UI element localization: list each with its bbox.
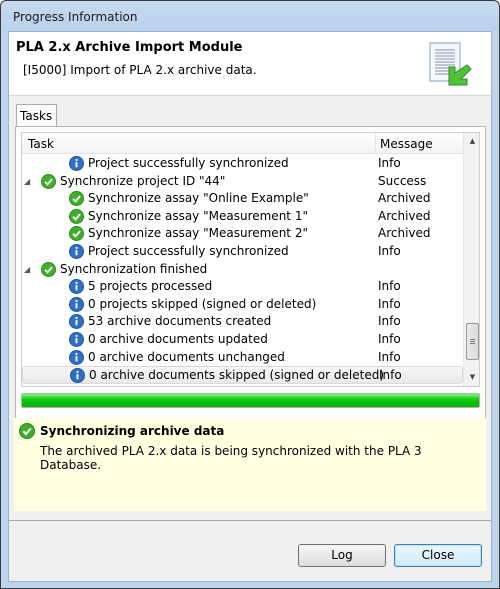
task-text: Synchronize project ID "44" bbox=[60, 173, 226, 188]
task-text: 0 projects skipped (signed or deleted) bbox=[88, 296, 317, 311]
info-icon bbox=[69, 296, 84, 312]
progress-bar bbox=[21, 393, 480, 408]
info-icon bbox=[69, 156, 84, 171]
tasks-panel: Task Message Project successfully synchr… bbox=[15, 126, 486, 439]
info-icon bbox=[69, 243, 84, 259]
scroll-up-arrow-icon[interactable]: ▲ bbox=[464, 133, 479, 150]
table-row[interactable]: 0 projects skipped (signed or deleted) In… bbox=[22, 296, 463, 314]
table-row[interactable]: Synchronize assay "Measurement 1" Archive… bbox=[22, 208, 463, 226]
header-title: PLA 2.x Archive Import Module bbox=[16, 40, 243, 55]
info-icon bbox=[69, 331, 84, 347]
task-message: Info bbox=[378, 296, 401, 311]
expand-collapse-icon[interactable]: ◢ bbox=[24, 265, 30, 274]
check-icon bbox=[41, 261, 56, 277]
task-text: Synchronization finished bbox=[60, 261, 208, 276]
task-text: Synchronize assay "Online Example" bbox=[88, 191, 309, 206]
progress-fill bbox=[22, 394, 479, 407]
task-text: 5 projects processed bbox=[88, 279, 213, 294]
tasks-table: Task Message Project successfully synchr… bbox=[21, 132, 480, 387]
scroll-down-arrow-icon[interactable]: ▼ bbox=[464, 369, 479, 386]
table-row[interactable]: Synchronize assay "Online Example" Archiv… bbox=[22, 190, 463, 208]
table-row[interactable]: ◢ Synchronization finished bbox=[22, 261, 463, 279]
footer-divider bbox=[9, 520, 491, 521]
task-text: 0 archive documents updated bbox=[88, 331, 268, 346]
dialog-client: PLA 2.x Archive Import Module [I5000] Im… bbox=[8, 31, 492, 582]
task-text: Project successfully synchronized bbox=[88, 156, 289, 170]
task-text: Synchronize assay "Measurement 1" bbox=[88, 208, 308, 223]
progress-dialog: Progress Information PLA 2.x Archive Imp… bbox=[0, 0, 500, 589]
task-message: Info bbox=[378, 349, 401, 364]
table-body: Project successfully synchronized Info ◢ Sy… bbox=[22, 155, 463, 384]
task-text: 0 archive documents skipped (signed or d… bbox=[89, 368, 385, 383]
task-text: Project successfully synchronized bbox=[88, 243, 289, 258]
task-text: Synchronize assay "Measurement 2" bbox=[88, 226, 308, 241]
scrollbar-thumb[interactable] bbox=[466, 323, 479, 360]
task-message: Archived bbox=[378, 191, 431, 206]
grip-icon bbox=[470, 339, 475, 344]
task-message: Info bbox=[378, 156, 401, 170]
info-icon bbox=[69, 349, 84, 365]
task-message: Info bbox=[378, 314, 401, 329]
table-header: Task Message bbox=[22, 133, 463, 154]
dialog-header: PLA 2.x Archive Import Module [I5000] Im… bbox=[9, 32, 491, 96]
header-description: [I5000] Import of PLA 2.x archive data. bbox=[23, 63, 257, 77]
title-bar[interactable]: Progress Information bbox=[1, 1, 499, 31]
table-row[interactable]: 5 projects processed Info bbox=[22, 278, 463, 296]
check-icon bbox=[69, 208, 84, 224]
table-row[interactable]: 0 archive documents skipped (signed or d… bbox=[22, 366, 463, 384]
task-message: Info bbox=[378, 331, 401, 346]
task-message: Archived bbox=[378, 208, 431, 223]
info-icon bbox=[70, 368, 85, 384]
column-header-message[interactable]: Message bbox=[380, 137, 433, 151]
status-title: Synchronizing archive data bbox=[40, 424, 225, 438]
task-message: Info bbox=[378, 279, 401, 294]
table-row[interactable]: Project successfully synchronized Info bbox=[22, 155, 463, 173]
vertical-scrollbar[interactable]: ▲ ▼ bbox=[463, 133, 479, 386]
task-text: 53 archive documents created bbox=[88, 314, 272, 329]
expand-collapse-icon[interactable]: ◢ bbox=[24, 177, 30, 186]
task-message: Info bbox=[379, 368, 402, 383]
check-icon bbox=[69, 191, 84, 207]
table-row[interactable]: 0 archive documents unchanged Info bbox=[22, 349, 463, 367]
table-row[interactable]: 0 archive documents updated Info bbox=[22, 331, 463, 349]
table-row[interactable]: ◢ Synchronize project ID "44" Success bbox=[22, 173, 463, 191]
column-header-task[interactable]: Task bbox=[28, 137, 54, 151]
task-text: 0 archive documents unchanged bbox=[88, 349, 285, 364]
table-row[interactable]: 53 archive documents created Info bbox=[22, 313, 463, 331]
close-button[interactable]: Close bbox=[394, 544, 482, 567]
log-button[interactable]: Log bbox=[298, 544, 386, 567]
status-message-box: Synchronizing archive data The archived … bbox=[14, 418, 486, 511]
column-separator[interactable] bbox=[375, 133, 376, 154]
info-icon bbox=[69, 314, 84, 330]
tab-tasks[interactable]: Tasks bbox=[16, 104, 57, 127]
check-icon bbox=[19, 423, 35, 439]
check-icon bbox=[41, 173, 56, 189]
window-title: Progress Information bbox=[13, 10, 138, 24]
status-description: The archived PLA 2.x data is being synch… bbox=[40, 444, 422, 472]
check-icon bbox=[69, 226, 84, 242]
task-message: Archived bbox=[378, 226, 431, 241]
task-message: Success bbox=[378, 173, 427, 188]
table-row[interactable]: Project successfully synchronized Info bbox=[22, 243, 463, 261]
document-import-icon bbox=[429, 42, 472, 86]
task-message: Info bbox=[378, 243, 401, 258]
table-row[interactable]: Synchronize assay "Measurement 2" Archive… bbox=[22, 225, 463, 243]
info-icon bbox=[69, 279, 84, 295]
